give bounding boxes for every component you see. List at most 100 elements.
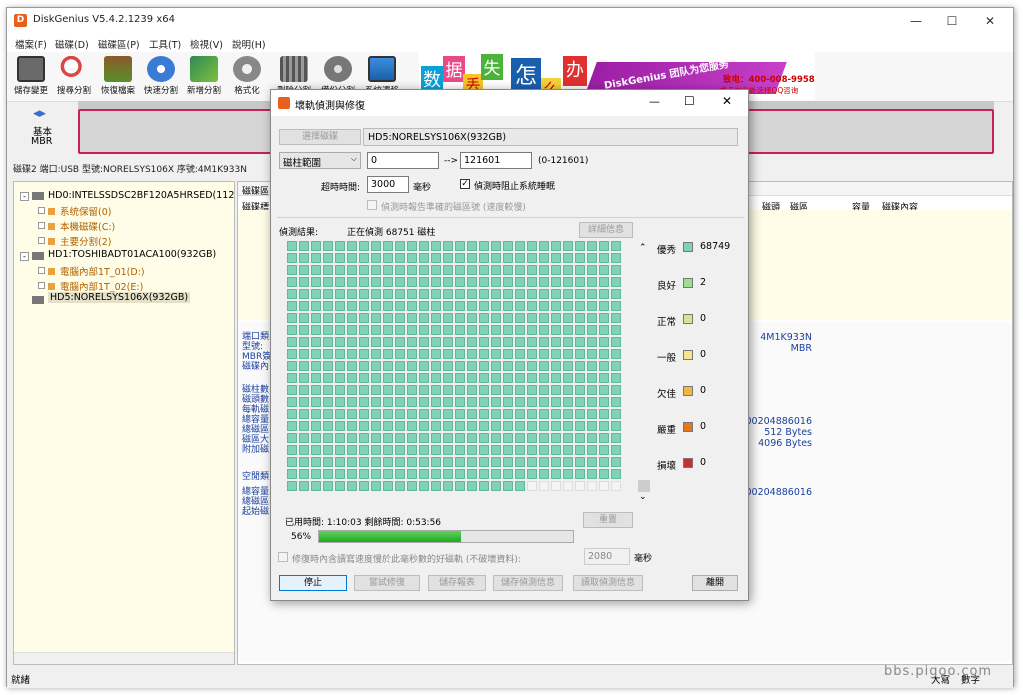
expand-toggle[interactable]: [38, 222, 45, 229]
sector-block: [299, 421, 309, 431]
sector-block: [611, 433, 621, 443]
sector-block: [575, 469, 585, 479]
tree-item-hd1[interactable]: HD1:TOSHIBADT01ACA100(932GB): [48, 249, 216, 260]
menu-file[interactable]: 檔案(F): [15, 37, 47, 51]
sector-block: [395, 385, 405, 395]
sector-block: [359, 241, 369, 251]
sector-block: [527, 277, 537, 287]
recover-files-button[interactable]: 恢復檔案: [97, 56, 139, 96]
repair-ms-input[interactable]: 2080: [584, 548, 630, 565]
sector-block: [383, 469, 393, 479]
sector-block: [443, 397, 453, 407]
minimize-button[interactable]: —: [901, 12, 931, 30]
report-sector-checkbox[interactable]: [367, 200, 377, 210]
sector-block: [419, 373, 429, 383]
sector-block: [287, 349, 297, 359]
exit-button[interactable]: 離開: [692, 575, 738, 591]
sector-block: [335, 433, 345, 443]
sector-block: [515, 373, 525, 383]
sector-block: [359, 385, 369, 395]
sector-block: [503, 421, 513, 431]
sector-block: [467, 421, 477, 431]
sector-block: [443, 433, 453, 443]
dialog-minimize-button[interactable]: —: [649, 95, 660, 108]
expand-toggle[interactable]: -: [20, 192, 29, 201]
menu-disk[interactable]: 磁碟(D): [55, 37, 89, 51]
close-button[interactable]: ✕: [975, 12, 1005, 30]
expand-toggle[interactable]: -: [20, 252, 29, 261]
expand-toggle[interactable]: [38, 207, 45, 214]
sector-block: [467, 301, 477, 311]
menu-view[interactable]: 檢視(V): [190, 37, 223, 51]
load-scan-info-button[interactable]: 讀取偵測信息: [573, 575, 643, 591]
expand-toggle[interactable]: [38, 282, 45, 289]
tree-item-hd5-selected[interactable]: HD5:NORELSYS106X(932GB): [48, 292, 191, 303]
range-type-select[interactable]: 磁柱範圍 ⌵: [279, 152, 361, 169]
legend-item: 欠佳 0: [657, 385, 706, 400]
tree-item-e[interactable]: 電腦內部1T_02(E:): [60, 279, 143, 293]
sector-block: [515, 301, 525, 311]
sector-block: [611, 409, 621, 419]
scroll-thumb[interactable]: [638, 480, 650, 492]
new-partition-button[interactable]: 新增分割: [183, 56, 225, 96]
sector-block: [347, 241, 357, 251]
menu-tools[interactable]: 工具(T): [149, 37, 181, 51]
maximize-button[interactable]: ☐: [937, 12, 967, 30]
reset-button[interactable]: 重置: [583, 512, 633, 528]
prop-labels-1: 端口類 型號: MBR簽 磁碟內: [242, 332, 272, 372]
sector-block: [587, 445, 597, 455]
expand-toggle[interactable]: [38, 267, 45, 274]
sector-block: [455, 349, 465, 359]
save-report-button[interactable]: 儲存報表: [428, 575, 486, 591]
scroll-down-icon[interactable]: ⌄: [639, 492, 647, 502]
sector-block: [503, 253, 513, 263]
sector-block: [599, 421, 609, 431]
stop-button[interactable]: 停止: [279, 575, 347, 591]
tree-item-system-reserved[interactable]: 系统保留(0): [60, 204, 111, 218]
sector-block: [551, 373, 561, 383]
search-partition-button[interactable]: 搜尋分割: [53, 56, 95, 96]
select-disk-button[interactable]: 選擇磁碟: [279, 129, 361, 145]
dialog-close-button[interactable]: ✕: [722, 94, 732, 108]
sector-block: [467, 313, 477, 323]
tree-item-hd0[interactable]: HD0:INTELSSDSC2BF120A5HRSED(112: [48, 190, 234, 201]
tree-item-local-c[interactable]: 本機磁碟(C:): [60, 219, 115, 233]
disk-nav-arrows-icon[interactable]: ◂▸: [33, 106, 46, 121]
dialog-maximize-button[interactable]: ☐: [684, 94, 695, 108]
range-to-input[interactable]: 121601: [460, 152, 532, 169]
tab-partitions[interactable]: 磁碟區: [242, 184, 269, 197]
format-button[interactable]: 格式化: [226, 56, 268, 96]
status-text: 就緒: [11, 675, 31, 686]
repair-slow-checkbox[interactable]: [278, 552, 288, 562]
save-scan-info-button[interactable]: 儲存偵測信息: [493, 575, 563, 591]
sector-block: [299, 313, 309, 323]
menu-help[interactable]: 說明(H): [232, 37, 266, 51]
menu-partition[interactable]: 磁碟區(P): [98, 37, 140, 51]
tree-item-d[interactable]: 電腦內部1T_01(D:): [60, 264, 145, 278]
try-repair-button[interactable]: 嘗試修復: [354, 575, 420, 591]
tree-hscrollbar[interactable]: [14, 652, 234, 664]
sector-block: [551, 289, 561, 299]
sector-block: [503, 373, 513, 383]
sector-block: [479, 373, 489, 383]
grid-scrollbar[interactable]: ⌃ ⌄: [637, 240, 651, 502]
sector-block: [599, 361, 609, 371]
details-button[interactable]: 詳細信息: [579, 222, 633, 238]
tree-item-primary-2[interactable]: 主要分割(2): [60, 234, 111, 248]
sector-block: [299, 433, 309, 443]
range-from-input[interactable]: 0: [367, 152, 439, 169]
sector-block: [539, 433, 549, 443]
scroll-up-icon[interactable]: ⌃: [639, 243, 647, 253]
sector-block: [515, 457, 525, 467]
sector-block: [527, 385, 537, 395]
quick-partition-button[interactable]: 快速分割: [140, 56, 182, 96]
sector-block: [491, 481, 501, 491]
sector-block: [359, 397, 369, 407]
prevent-sleep-checkbox[interactable]: ✓: [460, 179, 470, 189]
sector-block: [299, 253, 309, 263]
sector-block: [395, 481, 405, 491]
save-changes-button[interactable]: 儲存變更: [10, 56, 52, 96]
timeout-input[interactable]: 3000: [367, 176, 409, 193]
expand-toggle[interactable]: [38, 237, 45, 244]
sector-block: [347, 313, 357, 323]
